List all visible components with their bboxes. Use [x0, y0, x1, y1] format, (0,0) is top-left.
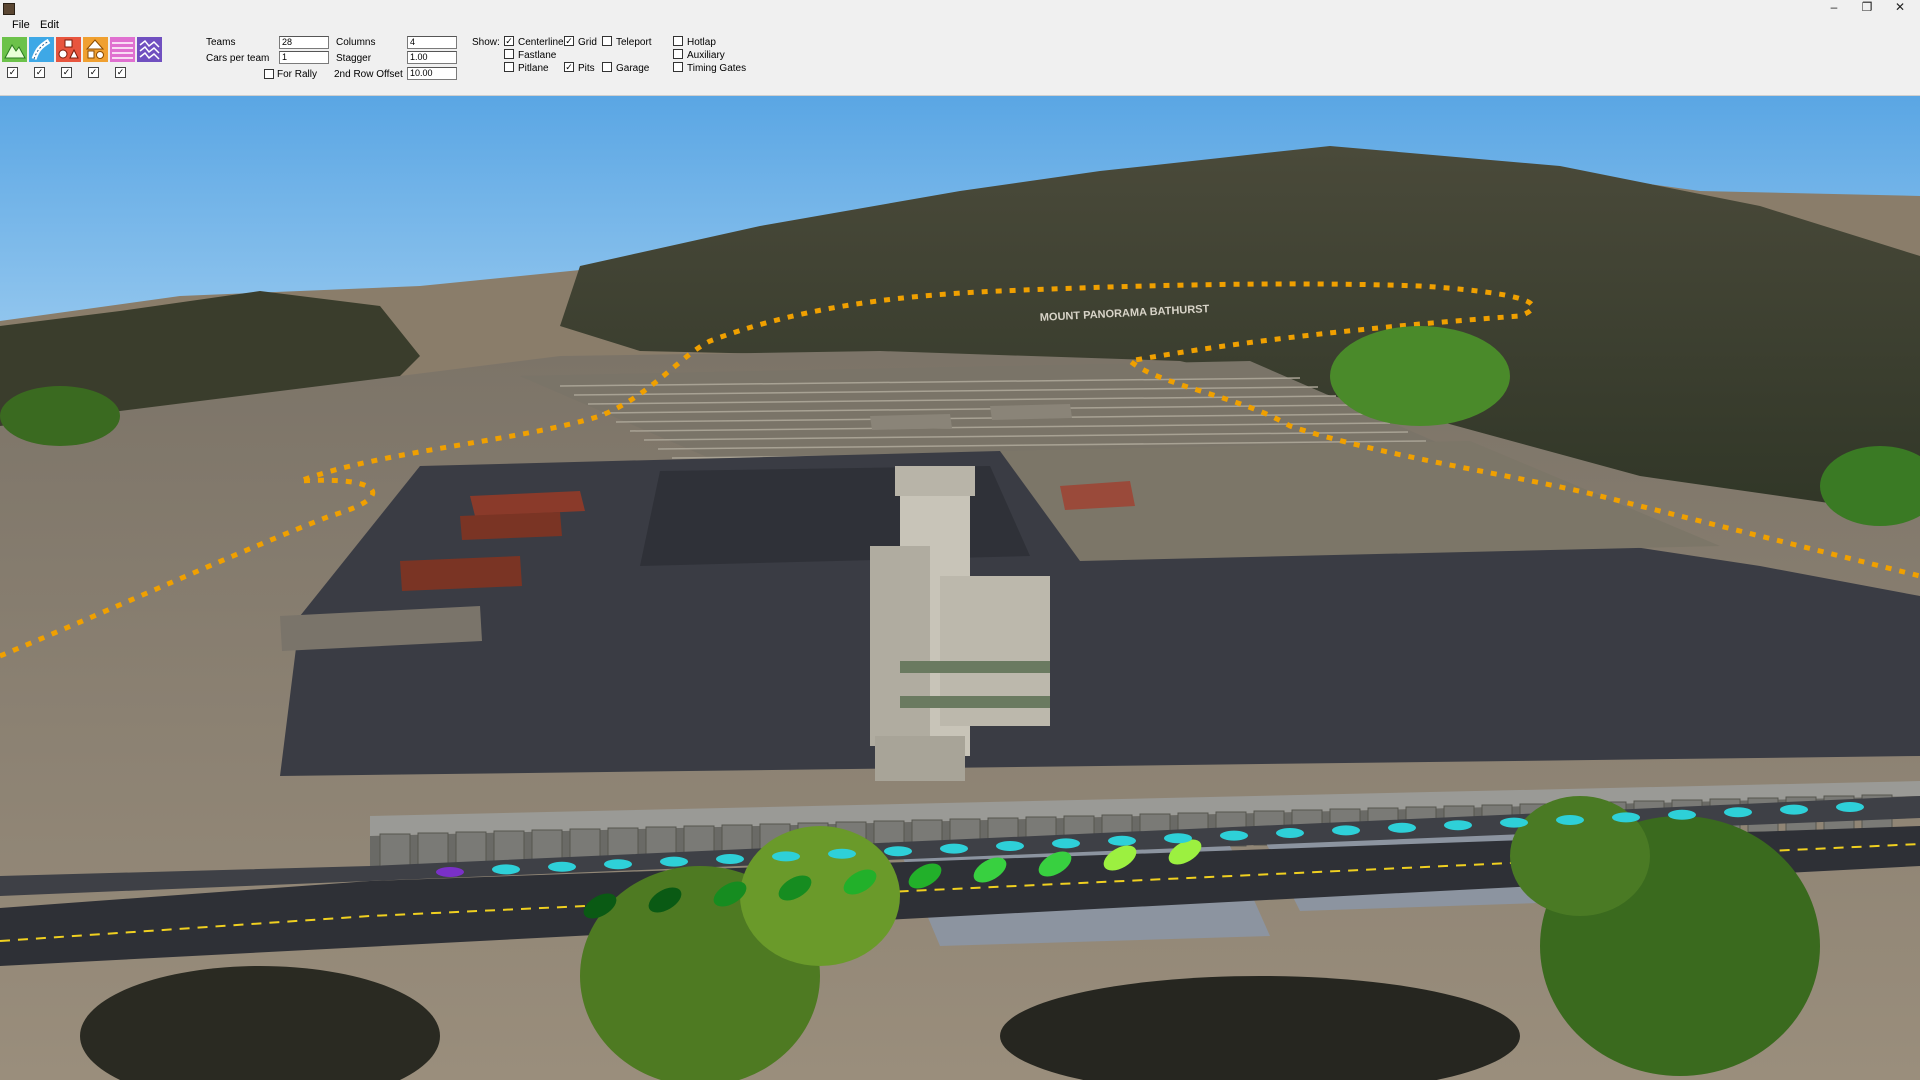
terrain-visible-checkbox[interactable]: ✓	[7, 67, 18, 78]
columns-label: Columns	[336, 37, 376, 48]
fastlane-label: Fastlane	[518, 50, 557, 61]
checkered-flag-icon	[137, 37, 162, 62]
second-row-offset-input[interactable]: 10.00	[407, 67, 457, 80]
pit-car	[772, 851, 800, 862]
objects-tool-button[interactable]	[56, 37, 81, 62]
pit-garage-door	[417, 832, 449, 868]
texture-icon	[110, 37, 135, 62]
pit-car	[1388, 822, 1416, 833]
mountain-icon	[2, 37, 27, 62]
pitlane-checkbox[interactable]	[504, 62, 514, 72]
pit-car	[660, 856, 688, 867]
textures-tool-button[interactable]	[110, 37, 135, 62]
menu-edit[interactable]: Edit	[40, 19, 59, 31]
garage-label: Garage	[616, 63, 650, 74]
pit-car	[1780, 804, 1808, 815]
road-tool-button[interactable]	[29, 37, 54, 62]
app-icon	[3, 3, 15, 15]
pits-label: Pits	[578, 63, 595, 74]
stagger-label: Stagger	[336, 53, 372, 64]
textures-visible-checkbox[interactable]: ✓	[115, 67, 126, 78]
pit-car	[996, 841, 1024, 851]
pit-car	[1052, 838, 1080, 849]
3d-viewport[interactable]: MOUNT PANORAMA BATHURST	[0, 96, 1920, 1080]
pit-car	[1276, 828, 1304, 838]
pitlane-label: Pitlane	[518, 63, 549, 74]
road-visible-checkbox[interactable]: ✓	[34, 67, 45, 78]
shapes-visible-checkbox[interactable]: ✓	[88, 67, 99, 78]
pit-car	[1108, 835, 1136, 846]
hotlap-label: Hotlap	[687, 37, 716, 48]
pit-car	[1556, 815, 1584, 825]
teleport-checkbox[interactable]	[602, 36, 612, 46]
for-rally-label: For Rally	[277, 69, 318, 80]
objects-icon	[56, 37, 81, 62]
stagger-input[interactable]: 1.00	[407, 51, 457, 64]
fastlane-checkbox[interactable]	[504, 49, 514, 59]
pit-garage-door	[455, 831, 487, 867]
pit-car	[828, 848, 856, 859]
cars-per-team-label: Cars per team	[206, 53, 270, 64]
pit-car	[1836, 802, 1864, 812]
pit-garage-door	[379, 833, 411, 869]
timing-gates-label: Timing Gates	[687, 63, 747, 74]
terrain-tool-button[interactable]	[2, 37, 27, 62]
teleport-label: Teleport	[616, 37, 652, 48]
centerline-label: Centerline	[518, 37, 564, 48]
minimize-button[interactable]: –	[1816, 0, 1852, 16]
close-button[interactable]: ✕	[1882, 0, 1918, 16]
for-rally-checkbox[interactable]	[264, 69, 274, 79]
teams-label: Teams	[206, 37, 236, 48]
pit-car	[1724, 807, 1752, 818]
teams-input[interactable]: 28	[279, 36, 329, 49]
pit-car	[436, 867, 464, 877]
flags-tool-button[interactable]	[137, 37, 162, 62]
pit-car	[1332, 825, 1360, 836]
pit-car	[604, 859, 632, 870]
pit-car	[716, 854, 744, 864]
pit-car	[940, 843, 968, 854]
timing-gates-checkbox[interactable]	[673, 62, 683, 72]
second-row-offset-label: 2nd Row Offset	[334, 69, 403, 80]
pit-car	[1668, 809, 1696, 820]
pit-car	[1164, 833, 1192, 844]
menu-file[interactable]: File	[12, 19, 30, 31]
garage-checkbox[interactable]	[602, 62, 612, 72]
road-icon	[29, 37, 54, 62]
toolbar: ✓ ✓ ✓ ✓ ✓ Teams 28 Cars per team 1 For R…	[0, 34, 1920, 96]
grid-checkbox[interactable]: ✓	[564, 36, 574, 46]
pit-car	[1444, 820, 1472, 831]
pits-checkbox[interactable]: ✓	[564, 62, 574, 72]
shapes-icon	[83, 37, 108, 62]
grid-label: Grid	[578, 37, 597, 48]
pit-car	[492, 864, 520, 875]
auxiliary-label: Auxiliary	[687, 50, 725, 61]
title-bar: – ❐ ✕	[0, 0, 1920, 16]
objects-visible-checkbox[interactable]: ✓	[61, 67, 72, 78]
pit-car	[1500, 817, 1528, 828]
track-scene[interactable]: MOUNT PANORAMA BATHURST	[0, 96, 1920, 1080]
maximize-button[interactable]: ❐	[1849, 0, 1885, 16]
pit-car	[1612, 812, 1640, 823]
hotlap-checkbox[interactable]	[673, 36, 683, 46]
auxiliary-checkbox[interactable]	[673, 49, 683, 59]
show-label: Show:	[472, 37, 500, 48]
pit-car	[884, 846, 912, 857]
centerline-checkbox[interactable]: ✓	[504, 36, 514, 46]
pit-car	[1220, 830, 1248, 841]
menu-bar: File Edit	[0, 16, 1920, 34]
pit-car	[548, 861, 576, 872]
columns-input[interactable]: 4	[407, 36, 457, 49]
cars-per-team-input[interactable]: 1	[279, 51, 329, 64]
shapes-tool-button[interactable]	[83, 37, 108, 62]
